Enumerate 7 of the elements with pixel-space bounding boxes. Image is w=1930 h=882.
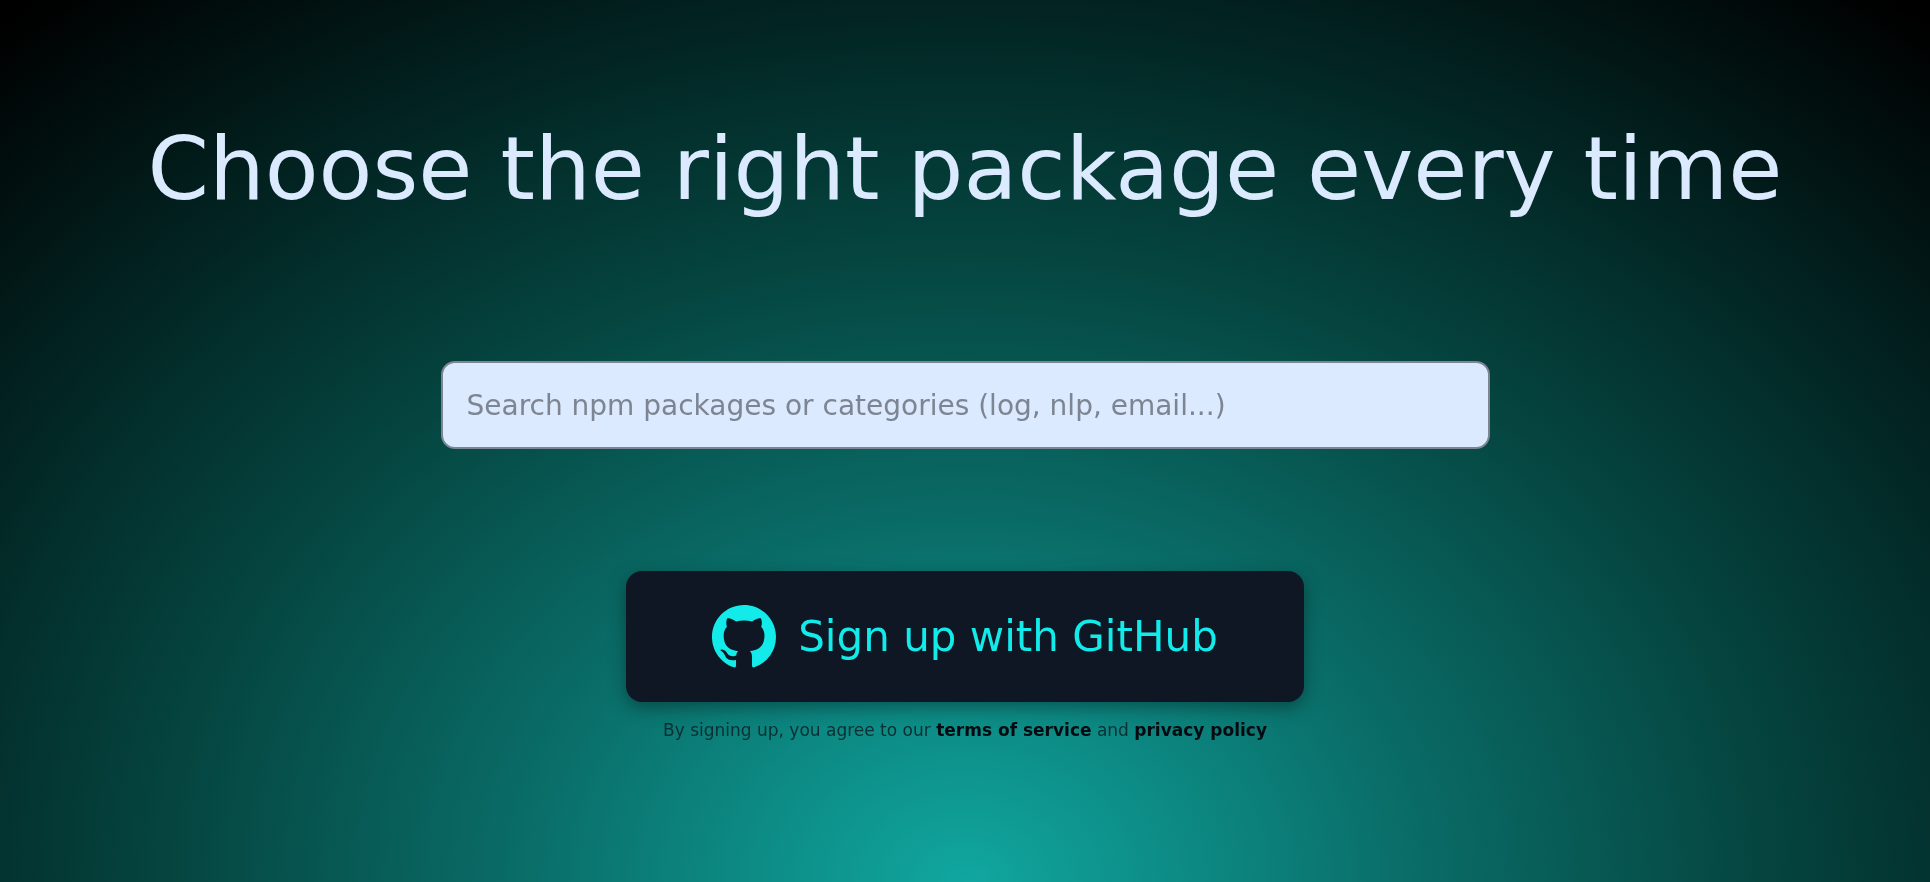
legal-notice: By signing up, you agree to our terms of service and privacy policy — [663, 720, 1267, 741]
signup-button[interactable]: Sign up with GitHub — [626, 571, 1304, 703]
search-field[interactable]: Search npm packages or categories (log, nlp, email...) — [440, 361, 1490, 450]
terms-link[interactable]: terms of service — [936, 720, 1092, 741]
cat-logo-icon — [712, 604, 777, 669]
page-heading: Choose the right package every time — [147, 118, 1783, 220]
privacy-link[interactable]: privacy policy — [1134, 720, 1267, 741]
